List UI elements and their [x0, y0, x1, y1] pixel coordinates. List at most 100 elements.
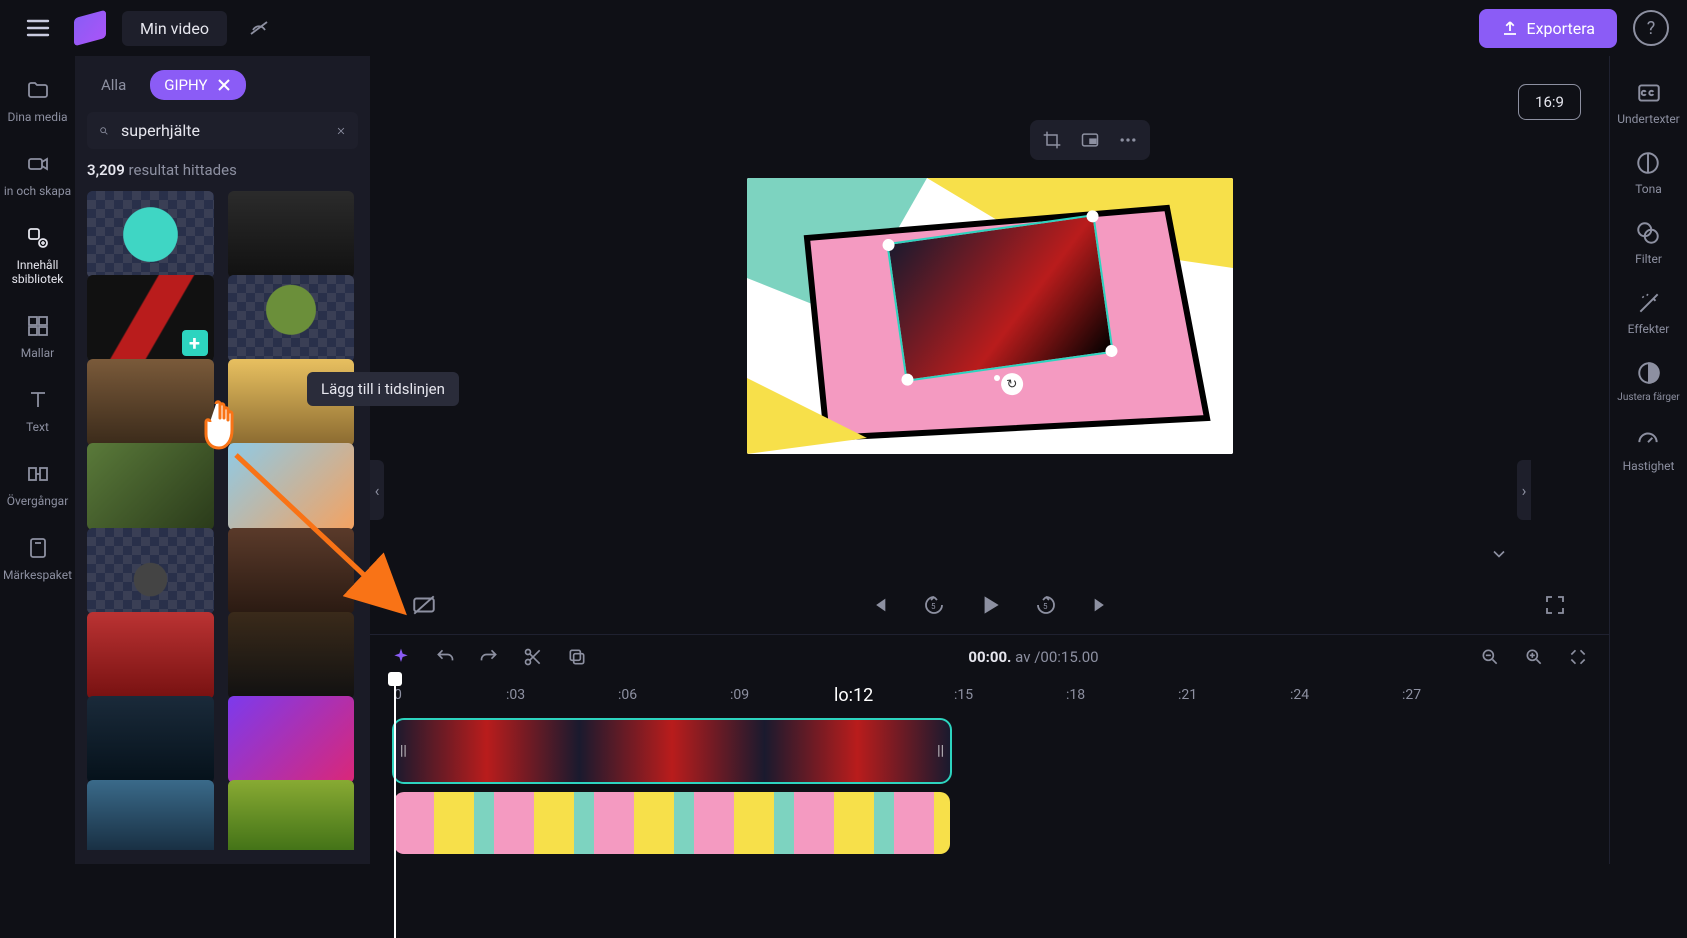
rail-text[interactable]: Text	[0, 382, 75, 438]
add-to-timeline-button[interactable]: +	[182, 330, 208, 356]
crop-icon[interactable]	[1040, 128, 1064, 152]
project-title[interactable]: Min video	[122, 11, 227, 46]
ai-sparkle-icon[interactable]	[390, 646, 412, 668]
rr-filter[interactable]: Filter	[1635, 220, 1662, 266]
gif-thumb[interactable]	[228, 275, 355, 362]
effects-icon	[1636, 290, 1662, 316]
collapse-right-rail[interactable]: ›	[1517, 460, 1531, 520]
grid-icon	[24, 312, 52, 340]
gif-thumb[interactable]	[87, 359, 214, 446]
expand-panel-icon[interactable]	[1489, 544, 1509, 564]
cursor-annotation	[198, 396, 254, 466]
rail-templates[interactable]: Mallar	[0, 308, 75, 364]
rewind-5-icon[interactable]: 5	[920, 591, 948, 619]
gif-thumb[interactable]	[87, 528, 214, 615]
ruler-mark: :03	[506, 687, 525, 703]
export-button[interactable]: Exportera	[1479, 9, 1617, 48]
close-icon[interactable]	[216, 77, 232, 93]
undo-icon[interactable]	[434, 646, 456, 668]
fullscreen-icon[interactable]	[1541, 591, 1569, 619]
zoom-in-icon[interactable]	[1523, 646, 1545, 668]
rail-label: Dina media	[7, 110, 67, 124]
more-icon[interactable]	[1116, 128, 1140, 152]
rail-brandkit[interactable]: Märkespaket	[0, 530, 75, 586]
library-icon	[24, 224, 52, 252]
search-box[interactable]	[87, 112, 358, 149]
gif-thumb[interactable]	[87, 780, 214, 850]
aspect-ratio-button[interactable]: 16:9	[1518, 84, 1581, 120]
rr-label: Tona	[1635, 182, 1662, 196]
gif-thumb[interactable]	[228, 696, 355, 783]
right-rail: Undertexter Tona Filter Effekter Justera…	[1609, 56, 1687, 864]
search-input[interactable]	[119, 120, 326, 141]
gif-thumb[interactable]	[87, 191, 214, 278]
gif-thumb[interactable]	[228, 191, 355, 278]
pip-icon[interactable]	[1078, 128, 1102, 152]
adjust-icon	[1636, 360, 1662, 386]
rail-label: Innehåll sbibliotek	[2, 258, 73, 286]
gif-thumb[interactable]	[87, 696, 214, 783]
timeline-clip-video[interactable]	[394, 792, 950, 854]
fit-icon[interactable]	[1567, 646, 1589, 668]
clip-handle-right[interactable]: ||	[937, 743, 944, 759]
preview-toolbar	[1030, 120, 1150, 160]
svg-text:5: 5	[1043, 602, 1048, 611]
arrow-annotation	[226, 445, 416, 625]
rr-label: Justera färger	[1617, 392, 1679, 403]
duplicate-icon[interactable]	[566, 646, 588, 668]
playback-bar: 5 5	[370, 576, 1609, 634]
tab-giphy[interactable]: GIPHY	[150, 70, 245, 100]
gif-thumb[interactable]	[87, 443, 214, 530]
visibility-off-icon[interactable]	[243, 12, 275, 44]
rail-content-library[interactable]: Innehåll sbibliotek	[0, 220, 75, 290]
results-count: 3,209 resultat hittades	[87, 161, 358, 179]
rail-transitions[interactable]: Övergångar	[0, 456, 75, 512]
timeline-tracks: || ||	[370, 712, 1609, 854]
zoom-out-icon[interactable]	[1479, 646, 1501, 668]
rr-fade[interactable]: Tona	[1635, 150, 1662, 196]
timecode: 00:00. av /00:15.00	[610, 648, 1457, 666]
upload-icon	[1501, 19, 1519, 37]
ruler-center-label: lo:12	[834, 685, 873, 706]
export-label: Exportera	[1527, 19, 1595, 38]
redo-icon[interactable]	[478, 646, 500, 668]
ruler-mark: :21	[1178, 687, 1197, 703]
rr-speed[interactable]: Hastighet	[1623, 427, 1675, 473]
text-icon	[24, 386, 52, 414]
forward-5-icon[interactable]: 5	[1032, 591, 1060, 619]
rr-subtitles[interactable]: Undertexter	[1617, 80, 1680, 126]
add-tooltip: Lägg till i tidslinjen	[307, 372, 459, 406]
gif-thumb[interactable]	[87, 612, 214, 699]
playhead[interactable]	[394, 678, 396, 938]
fade-icon	[1635, 150, 1661, 176]
play-button[interactable]	[976, 591, 1004, 619]
skip-start-icon[interactable]	[864, 591, 892, 619]
rail-record[interactable]: in och skapa	[0, 146, 75, 202]
tab-all[interactable]: Alla	[87, 70, 140, 100]
gif-thumb[interactable]: +	[87, 275, 214, 362]
gif-thumb[interactable]	[228, 780, 355, 850]
app-logo	[74, 10, 106, 47]
clip-handle-left[interactable]: ||	[400, 743, 407, 759]
hamburger-menu[interactable]	[18, 8, 58, 48]
selected-clip-overlay[interactable]: ↻	[886, 214, 1113, 382]
timeline-clip-gif[interactable]: || ||	[394, 720, 950, 782]
top-bar: Min video Exportera ?	[0, 0, 1687, 56]
rr-label: Filter	[1635, 252, 1662, 266]
preview-canvas[interactable]: ↻	[747, 178, 1233, 454]
skip-end-icon[interactable]	[1088, 591, 1116, 619]
preview-area: 16:9	[370, 56, 1609, 576]
rr-effects[interactable]: Effekter	[1628, 290, 1670, 336]
rail-your-media[interactable]: Dina media	[0, 72, 75, 128]
timeline-ruler[interactable]: 0 :03 :06 :09 lo:12 :15 :18 :21 :24 :27	[370, 678, 1609, 712]
clear-icon[interactable]	[336, 122, 346, 140]
rr-label: Effekter	[1628, 322, 1670, 336]
ruler-mark: :27	[1402, 687, 1421, 703]
help-button[interactable]: ?	[1633, 10, 1669, 46]
workspace: 16:9	[370, 56, 1609, 864]
timeline-toolbar: 00:00. av /00:15.00	[370, 634, 1609, 678]
rr-adjust-colors[interactable]: Justera färger	[1617, 360, 1679, 403]
rr-label: Undertexter	[1617, 112, 1680, 126]
split-icon[interactable]	[522, 646, 544, 668]
filter-icon	[1635, 220, 1661, 246]
